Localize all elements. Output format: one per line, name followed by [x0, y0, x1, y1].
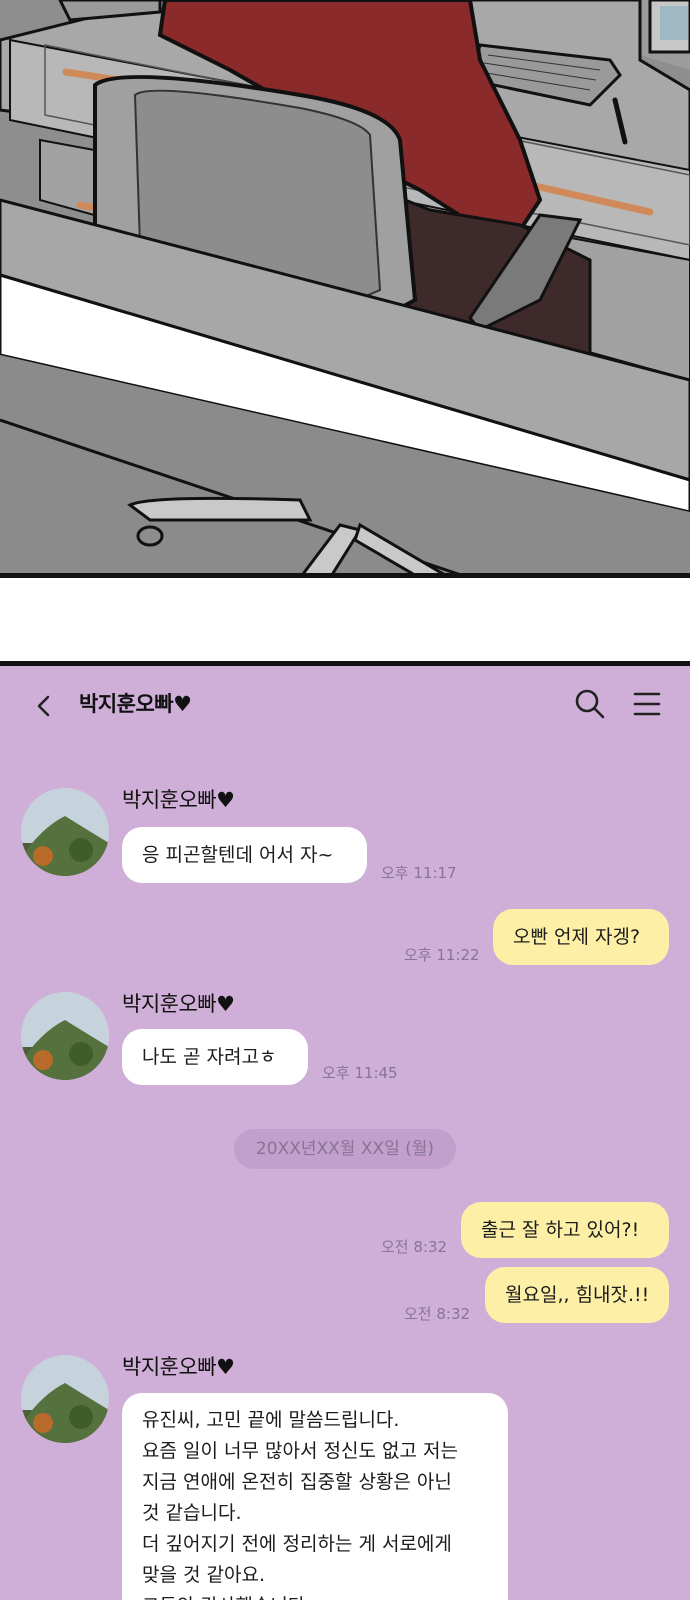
sender-name: 박지훈오빠♥ [122, 992, 235, 1016]
message-line: 더 깊어지기 전에 정리하는 게 서로에게 [142, 1533, 452, 1555]
date-divider: 20XX년XX월 XX일 (월) [234, 1129, 456, 1169]
message-time: 오후 11:22 [404, 946, 480, 964]
comic-panel [0, 0, 690, 578]
message-line: 것 같습니다. [142, 1502, 242, 1524]
avatar-image [21, 992, 109, 1080]
message-line: 그동안 감사했습니다. [142, 1591, 488, 1600]
message-line: 요즘 일이 너무 많아서 정신도 없고 저는 [142, 1440, 458, 1462]
outgoing-message-bubble[interactable]: 월요일,, 힘내잣.!! [485, 1267, 669, 1323]
avatar[interactable] [21, 1355, 109, 1443]
message-time: 오전 8:32 [381, 1238, 448, 1256]
search-button[interactable] [572, 686, 608, 722]
message-time: 오전 8:32 [404, 1305, 471, 1323]
incoming-message-bubble[interactable]: 나도 곧 자려고ㅎ [122, 1029, 308, 1085]
panel-divider [0, 573, 690, 578]
message-time: 오후 11:45 [322, 1064, 398, 1082]
avatar[interactable] [21, 788, 109, 876]
message-line: 유진씨, 고민 끝에 말씀드립니다. [142, 1409, 400, 1431]
chat-title[interactable]: 박지훈오빠♥ [79, 688, 192, 718]
avatar[interactable] [21, 992, 109, 1080]
message-line: 맞을 것 같아요. [142, 1564, 265, 1586]
menu-button[interactable] [630, 686, 666, 722]
back-button[interactable] [30, 686, 60, 726]
message-time: 오후 11:17 [381, 864, 457, 882]
incoming-message-bubble[interactable]: 유진씨, 고민 끝에 말씀드립니다. 요즘 일이 너무 많아서 정신도 없고 저… [122, 1393, 508, 1600]
office-illustration [0, 0, 690, 578]
sender-name: 박지훈오빠♥ [122, 788, 235, 812]
menu-icon [633, 692, 661, 716]
avatar-image [21, 788, 109, 876]
search-icon [575, 689, 605, 719]
outgoing-message-bubble[interactable]: 출근 잘 하고 있어?! [461, 1202, 669, 1258]
chevron-left-icon [37, 695, 50, 717]
outgoing-message-bubble[interactable]: 오빤 언제 자겡? [493, 909, 669, 965]
chat-screen: 박지훈오빠♥ 박지훈오빠♥ 응 피곤할텐데 어서 자~ 오후 11:17 오후 … [0, 661, 690, 1600]
message-line: 지금 연애에 온전히 집중할 상황은 아닌 [142, 1471, 452, 1493]
chat-header: 박지훈오빠♥ [0, 666, 690, 746]
sender-name: 박지훈오빠♥ [122, 1355, 235, 1379]
incoming-message-bubble[interactable]: 응 피곤할텐데 어서 자~ [122, 827, 367, 883]
avatar-image [21, 1355, 109, 1443]
